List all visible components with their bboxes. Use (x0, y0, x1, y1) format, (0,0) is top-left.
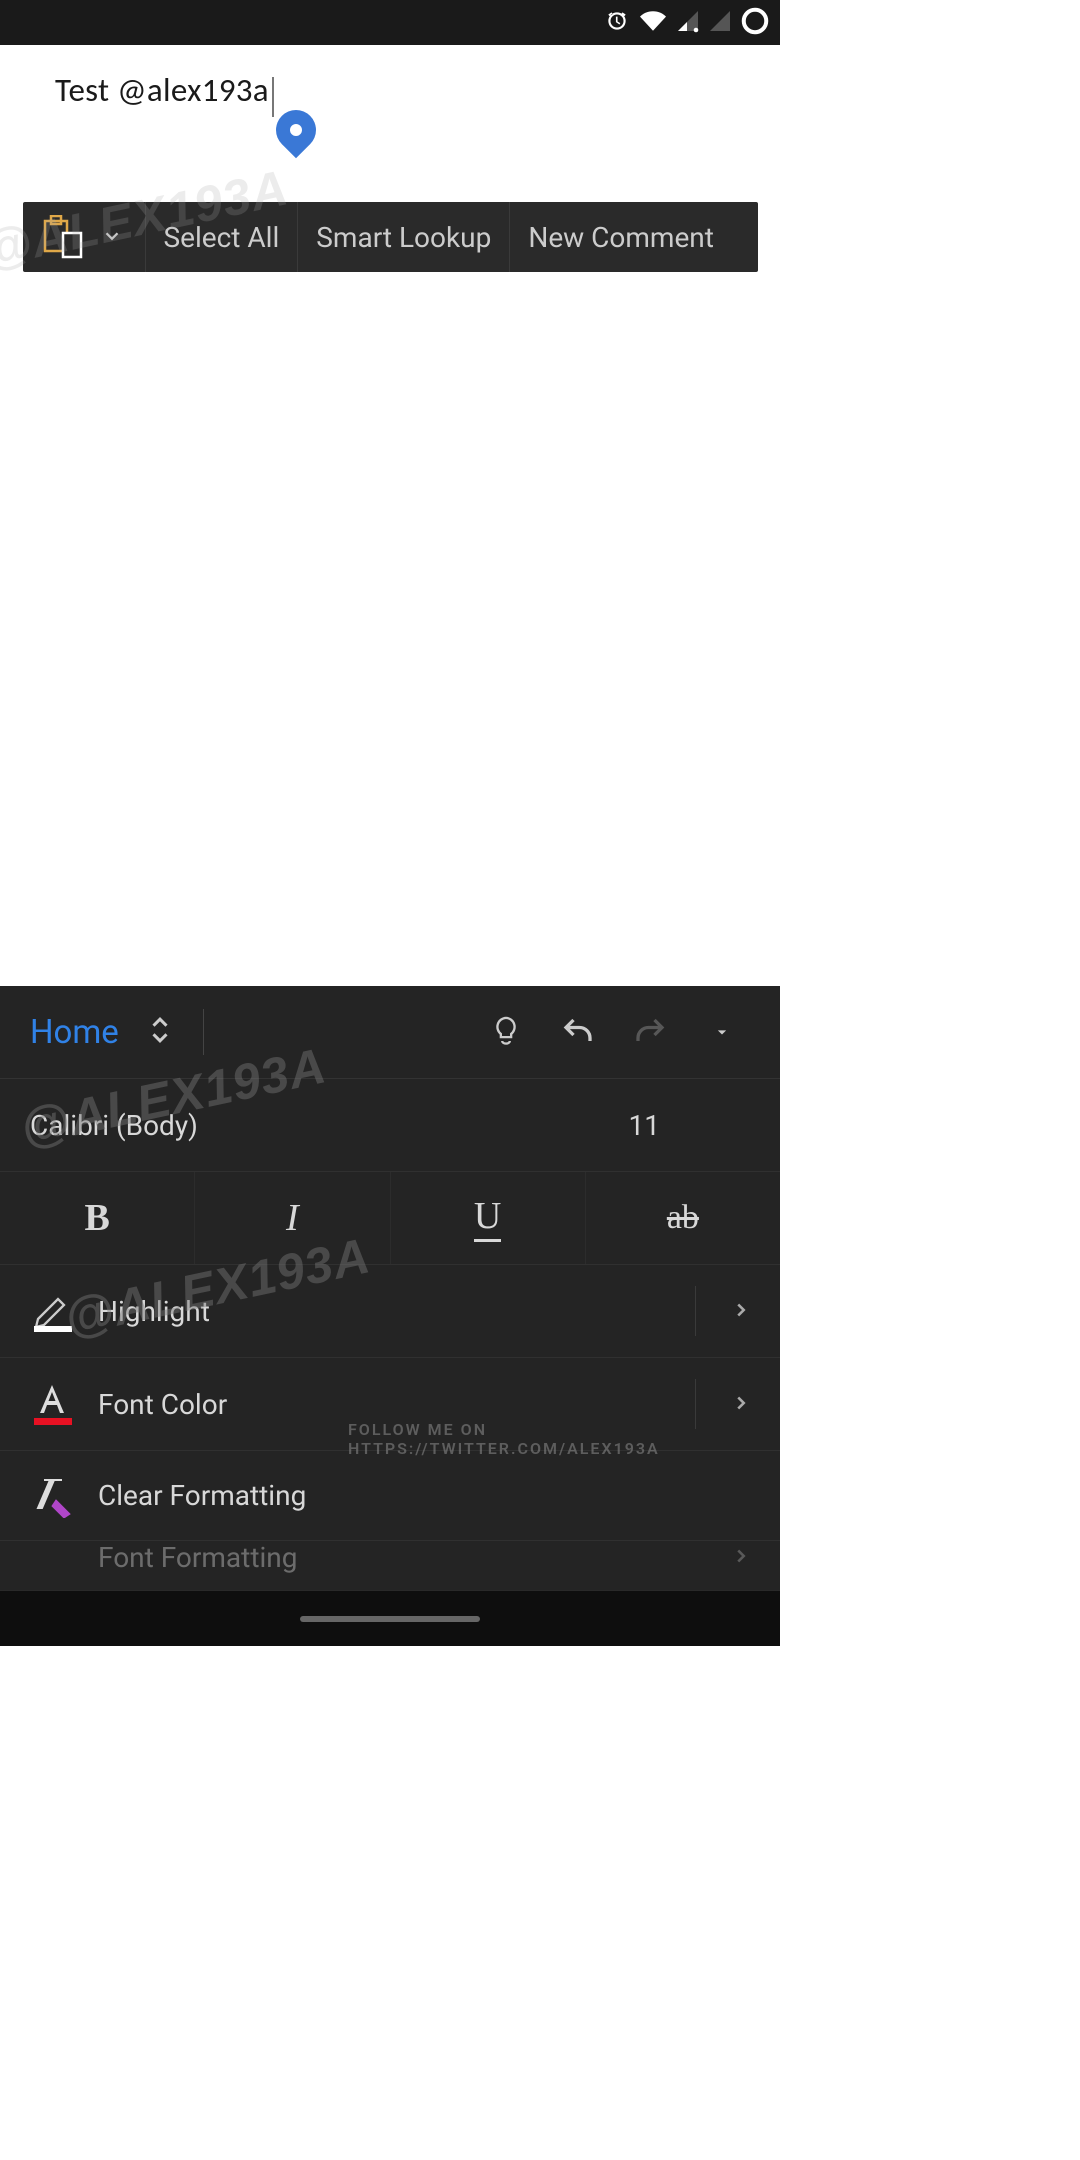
strikethrough-button[interactable]: ab (586, 1172, 780, 1264)
document-canvas[interactable]: Test @alex193a (0, 45, 780, 202)
chevron-right-icon (730, 1295, 752, 1328)
context-menu-bar: Select All Smart Lookup New Comment (23, 202, 758, 272)
font-name[interactable]: Calibri (Body) (30, 1109, 198, 1142)
document-blank-area[interactable] (0, 272, 780, 986)
wifi-icon (638, 8, 668, 38)
cursor-handle[interactable] (276, 110, 316, 150)
tell-me-button[interactable] (470, 1014, 542, 1050)
watermark-follow: FOLLOW ME ON HTTPS://TWITTER.COM/ALEX193… (348, 1420, 780, 1458)
font-picker-row[interactable]: Calibri (Body) 11 (0, 1079, 780, 1172)
highlight-icon (30, 1289, 80, 1333)
text-cursor (272, 77, 274, 117)
signal-icon-2 (708, 9, 732, 37)
paste-button-group[interactable] (23, 215, 145, 259)
font-color-icon (30, 1381, 80, 1427)
undo-button[interactable] (542, 1014, 614, 1050)
tab-switch-icon[interactable] (147, 1012, 173, 1052)
chevron-down-icon (101, 221, 123, 254)
select-all-button[interactable]: Select All (145, 202, 298, 272)
font-size[interactable]: 11 (629, 1109, 660, 1142)
clear-formatting-row[interactable]: Clear Formatting (0, 1451, 780, 1541)
smart-lookup-button[interactable]: Smart Lookup (297, 202, 509, 272)
paste-icon (43, 215, 83, 259)
clear-formatting-label: Clear Formatting (98, 1479, 306, 1512)
document-text[interactable]: Test @alex193a (55, 70, 269, 110)
font-formatting-row[interactable]: Font Formatting (0, 1541, 780, 1591)
collapse-panel-button[interactable] (686, 1022, 758, 1042)
highlight-label: Highlight (98, 1295, 210, 1328)
chevron-right-icon (730, 1388, 752, 1421)
clear-formatting-icon (30, 1474, 80, 1518)
highlight-row[interactable]: Highlight (0, 1265, 780, 1358)
system-nav-bar (0, 1591, 780, 1646)
formatting-panel: Home Calibri (Body) 11 B I U ab Highlig (0, 986, 780, 1591)
redo-button[interactable] (614, 1014, 686, 1050)
bold-button[interactable]: B (0, 1172, 195, 1264)
new-comment-button[interactable]: New Comment (509, 202, 732, 272)
signal-icon-1 (676, 9, 700, 37)
alarm-icon (604, 8, 630, 38)
home-indicator[interactable] (300, 1616, 480, 1622)
circle-icon (740, 6, 770, 40)
chevron-right-icon (730, 1541, 752, 1574)
text-style-row: B I U ab (0, 1172, 780, 1265)
panel-header: Home (0, 986, 780, 1079)
status-bar (0, 0, 780, 45)
underline-button[interactable]: U (391, 1172, 586, 1264)
italic-button[interactable]: I (195, 1172, 390, 1264)
font-formatting-label: Font Formatting (98, 1541, 297, 1574)
ribbon-tab-selector[interactable]: Home (30, 1013, 119, 1052)
divider (203, 1009, 204, 1055)
font-color-label: Font Color (98, 1388, 227, 1421)
